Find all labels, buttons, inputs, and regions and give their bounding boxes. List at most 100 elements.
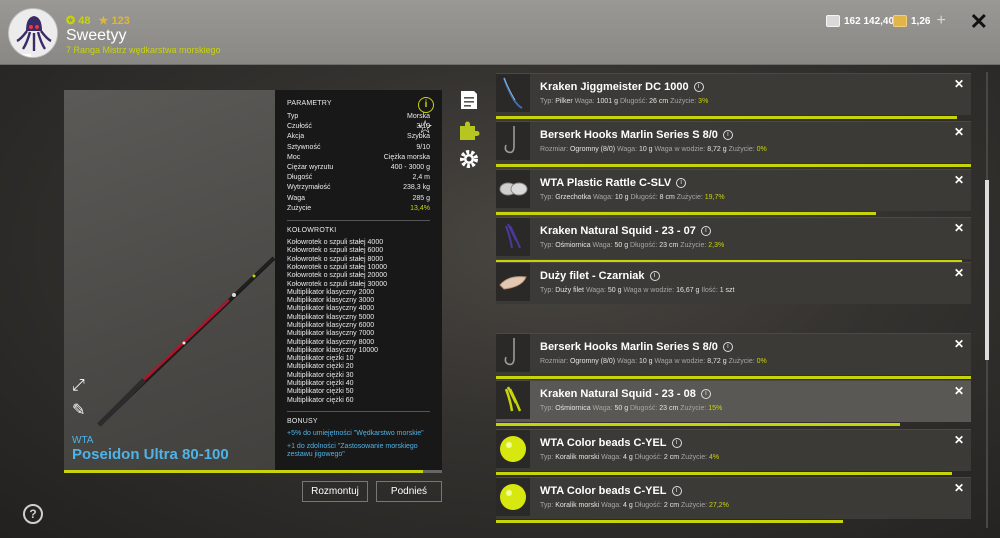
remove-item-icon[interactable]: ✕ bbox=[954, 337, 964, 351]
expand-icon[interactable]: ⤢ bbox=[72, 377, 85, 395]
player-stats: ✪ 48 ★ 123 bbox=[66, 14, 130, 27]
tackle-item[interactable]: Berserk Hooks Marlin Series S 8/0 i Rozmia… bbox=[496, 121, 971, 167]
meta-label: Zużycie bbox=[670, 98, 695, 105]
meta-label: Waga bbox=[601, 502, 620, 509]
tackle-item[interactable]: WTA Plastic Rattle C-SLV i Typ: Grzechotka… bbox=[496, 169, 971, 215]
item-wear-bar bbox=[496, 472, 952, 475]
param-row: Wytrzymałość 238,3 kg bbox=[287, 183, 430, 193]
meta-value: 10 g bbox=[638, 358, 653, 365]
scrollbar-thumb[interactable] bbox=[985, 180, 989, 360]
squid-yellow-icon bbox=[504, 386, 522, 412]
meta-label: Waga bbox=[574, 98, 593, 105]
meta-label: Waga bbox=[592, 405, 611, 412]
item-info-icon[interactable]: i bbox=[700, 389, 711, 399]
meta-label: Zużycie bbox=[680, 242, 705, 249]
gold-currency[interactable]: 1,26 + bbox=[893, 12, 946, 30]
meta-value: Koralik morski bbox=[555, 502, 600, 509]
reel-item: Multiplikator ciężki 10 bbox=[287, 355, 354, 363]
item-thumbnail bbox=[496, 334, 530, 372]
tackle-item[interactable]: Berserk Hooks Marlin Series S 8/0 i Rozmia… bbox=[496, 333, 971, 379]
param-label: Typ bbox=[287, 113, 299, 120]
meta-value: 4 g bbox=[623, 454, 633, 461]
notes-tab-icon[interactable] bbox=[458, 89, 480, 111]
param-label: Długość bbox=[287, 174, 313, 182]
gold-amount: 1,26 bbox=[911, 15, 931, 27]
param-label: Sztywność bbox=[287, 143, 321, 151]
pencil-icon[interactable]: ✎ bbox=[72, 400, 85, 420]
meta-label: Rozmiar bbox=[540, 146, 567, 153]
param-label: Zużycie bbox=[287, 204, 312, 212]
tackle-item[interactable]: Duży filet - Czarniak i Typ: Duży filet Wa… bbox=[496, 262, 971, 304]
reel-item: Multiplikator klasyczny 10000 bbox=[287, 346, 379, 354]
remove-item-icon[interactable]: ✕ bbox=[954, 384, 964, 398]
item-name-row: Berserk Hooks Marlin Series S 8/0 i bbox=[540, 341, 733, 353]
remove-item-icon[interactable]: ✕ bbox=[954, 77, 964, 91]
tackle-item[interactable]: WTA Color beads C-YEL i Typ: Koralik morsk… bbox=[496, 429, 971, 475]
lift-button[interactable]: Podnieś bbox=[376, 481, 442, 502]
meta-value: Koralik morski bbox=[555, 454, 600, 461]
rank-stat: ★ 123 bbox=[98, 15, 130, 27]
item-info-icon[interactable]: i bbox=[693, 82, 704, 92]
item-wear-bar bbox=[496, 164, 971, 167]
param-value: 285 g bbox=[412, 194, 430, 202]
remove-item-icon[interactable]: ✕ bbox=[954, 481, 964, 495]
tackle-item[interactable]: Kraken Natural Squid - 23 - 08 i Typ: Ośmi… bbox=[496, 380, 971, 426]
item-meta: Rozmiar: Ogromny (8/0) Waga: 10 g Waga w… bbox=[540, 358, 767, 365]
reel-item: Kołowrotek o szpuli stałej 30000 bbox=[287, 280, 388, 288]
meta-label: Waga w wodzie bbox=[654, 146, 704, 153]
close-icon[interactable]: ✕ bbox=[970, 9, 988, 35]
reel-item: Multiplikator ciężki 40 bbox=[287, 380, 354, 388]
item-name: WTA Plastic Rattle C-SLV bbox=[540, 177, 672, 189]
tackle-item[interactable]: WTA Color beads C-YEL i Typ: Koralik morsk… bbox=[496, 477, 971, 523]
tackle-item[interactable]: Kraken Natural Squid - 23 - 07 i Typ: Ośmi… bbox=[496, 217, 971, 263]
gear-tab-icon[interactable] bbox=[458, 148, 480, 170]
remove-item-icon[interactable]: ✕ bbox=[954, 173, 964, 187]
item-name-row: WTA Color beads C-YEL i bbox=[540, 437, 682, 449]
add-gold-button[interactable]: + bbox=[936, 12, 945, 30]
jig-icon bbox=[503, 77, 523, 109]
gold-icon bbox=[893, 15, 907, 27]
puzzle-tab-icon[interactable] bbox=[458, 119, 480, 141]
item-info-icon[interactable]: i bbox=[671, 486, 682, 496]
favorite-star-icon[interactable]: ☆ bbox=[417, 117, 433, 138]
remove-item-icon[interactable]: ✕ bbox=[954, 433, 964, 447]
meta-label: Zużycie bbox=[681, 502, 706, 509]
item-info-icon[interactable]: i bbox=[649, 271, 660, 281]
param-label: Wytrzymałość bbox=[287, 184, 331, 192]
meta-value: Ośmiornica bbox=[555, 405, 591, 412]
item-info-icon[interactable]: i bbox=[700, 226, 711, 236]
reel-item: Multiplikator klasyczny 8000 bbox=[287, 338, 375, 346]
item-thumbnail bbox=[496, 122, 530, 160]
silver-currency[interactable]: 162 142,40 bbox=[826, 13, 894, 29]
meta-label: Waga bbox=[592, 194, 611, 201]
item-info-icon[interactable]: i bbox=[676, 178, 687, 188]
item-name: Kraken Jiggmeister DC 1000 bbox=[540, 81, 689, 93]
meta-value: 10 g bbox=[638, 146, 653, 153]
meta-value: Ogromny (8/0) bbox=[569, 358, 616, 365]
meta-label: Długość bbox=[619, 98, 646, 105]
help-icon[interactable]: ? bbox=[23, 504, 43, 524]
rank-value: 123 bbox=[111, 15, 130, 27]
meta-label: Zużycie bbox=[676, 194, 701, 201]
item-thumbnail bbox=[496, 430, 530, 468]
remove-item-icon[interactable]: ✕ bbox=[954, 221, 964, 235]
username: Sweetyy bbox=[66, 27, 127, 44]
silver-amount: 162 142,40 bbox=[844, 15, 895, 27]
rod-wear-bar bbox=[64, 470, 442, 473]
remove-item-icon[interactable]: ✕ bbox=[954, 266, 964, 280]
item-meta: Typ: Duży filet Waga: 50 g Waga w wodzie… bbox=[540, 287, 735, 294]
item-info-icon[interactable]: i bbox=[722, 130, 733, 140]
tackle-item[interactable]: Kraken Jiggmeister DC 1000 i Typ: Pilker W… bbox=[496, 73, 971, 119]
reel-item: Multiplikator klasyczny 5000 bbox=[287, 313, 375, 321]
kraken-avatar-icon bbox=[9, 9, 57, 57]
item-info-icon[interactable]: i bbox=[722, 342, 733, 352]
avatar[interactable] bbox=[8, 8, 58, 58]
meta-label: Typ bbox=[540, 194, 552, 201]
remove-item-icon[interactable]: ✕ bbox=[954, 125, 964, 139]
info-icon[interactable]: i bbox=[418, 97, 434, 113]
unmount-button[interactable]: Rozmontuj bbox=[302, 481, 368, 502]
hook-icon bbox=[504, 126, 515, 154]
reels-list: Kołowrotek o szpuli stałej 4000 Kołowrote… bbox=[287, 239, 430, 405]
item-name-row: Duży filet - Czarniak i bbox=[540, 270, 660, 282]
item-info-icon[interactable]: i bbox=[671, 438, 682, 448]
